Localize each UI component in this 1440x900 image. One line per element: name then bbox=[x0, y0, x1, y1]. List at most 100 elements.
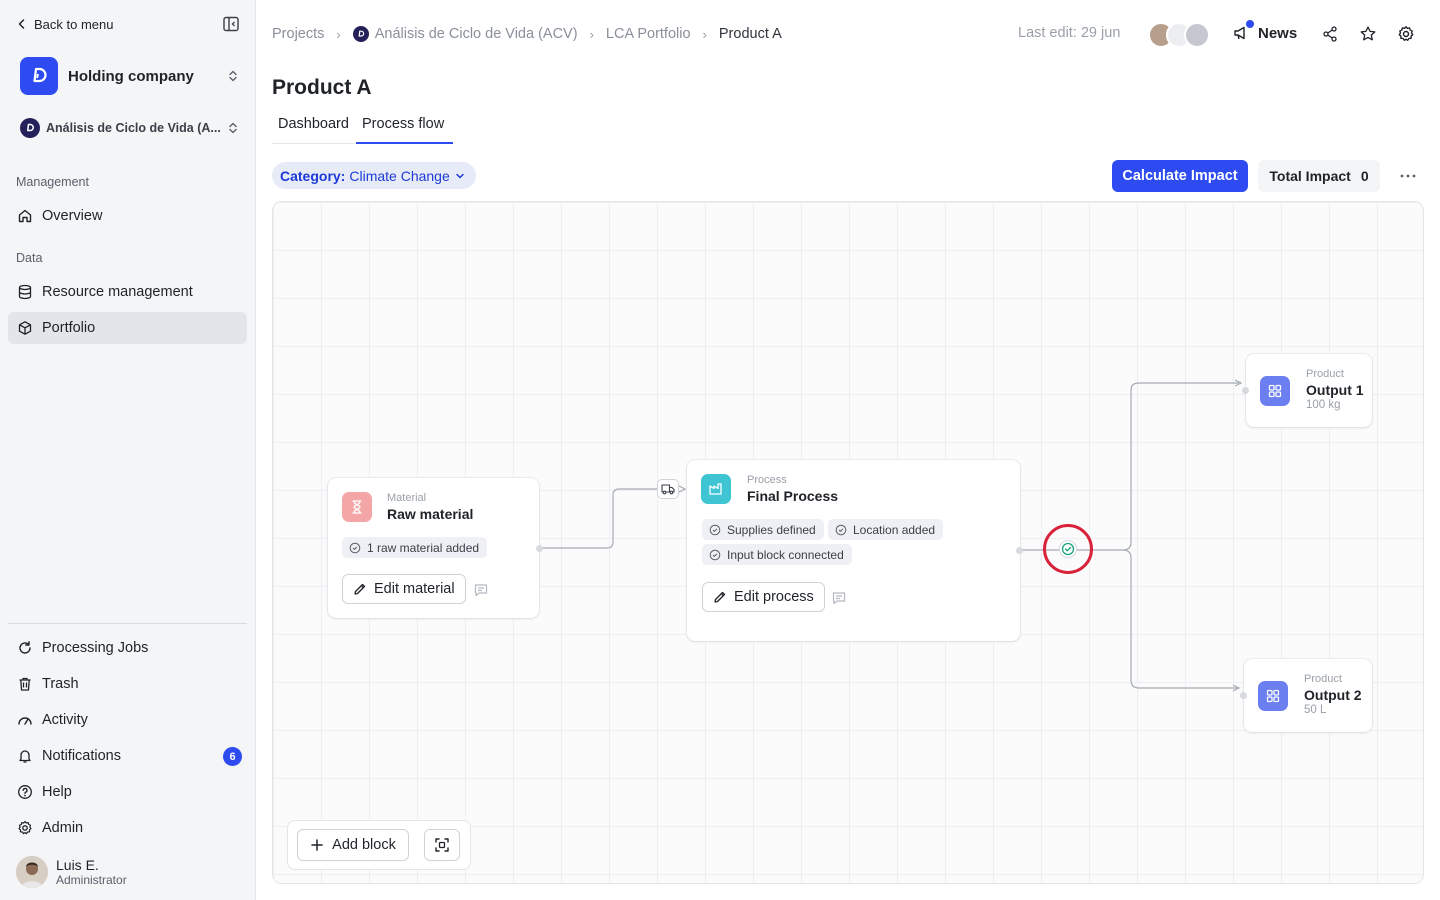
tabs: Dashboard Process flow bbox=[272, 116, 453, 144]
node-quantity: 100 kg bbox=[1306, 399, 1341, 411]
breadcrumb-portfolio[interactable]: LCA Portfolio bbox=[606, 26, 691, 42]
sidebar-item-processing-jobs[interactable]: Processing Jobs bbox=[8, 632, 247, 664]
star-icon[interactable] bbox=[1359, 25, 1377, 43]
node-quantity: 50 L bbox=[1304, 704, 1327, 716]
edit-material-label: Edit material bbox=[374, 581, 455, 597]
grid-icon bbox=[1260, 376, 1290, 406]
connection-handle[interactable] bbox=[1016, 547, 1023, 554]
node-name: Final Process bbox=[747, 488, 839, 504]
section-management-heading: Management bbox=[16, 175, 89, 189]
sidebar-item-resource-management[interactable]: Resource management bbox=[8, 276, 247, 308]
pencil-icon bbox=[353, 582, 367, 596]
share-icon[interactable] bbox=[1321, 25, 1339, 43]
project-switcher[interactable]: Análisis de Ciclo de Vida (A... bbox=[20, 117, 240, 139]
connection-handle[interactable] bbox=[536, 545, 543, 552]
connection-handle[interactable] bbox=[1240, 692, 1247, 699]
comment-icon[interactable] bbox=[831, 590, 847, 606]
factory-icon bbox=[701, 474, 731, 504]
output-connector[interactable] bbox=[1059, 540, 1077, 558]
node-type: Product bbox=[1306, 368, 1344, 380]
focus-frame-icon bbox=[434, 837, 450, 853]
transport-connector[interactable] bbox=[657, 479, 679, 499]
chevron-updown-icon bbox=[226, 121, 240, 135]
sidebar-item-label: Notifications bbox=[42, 748, 121, 764]
check-circle-icon bbox=[1061, 542, 1075, 556]
tab-process-flow[interactable]: Process flow bbox=[356, 116, 453, 144]
total-impact: Total Impact 0 bbox=[1258, 160, 1380, 192]
process-flow-canvas[interactable]: Material Raw material 1 raw material add… bbox=[272, 201, 1424, 884]
breadcrumb-projects[interactable]: Projects bbox=[272, 26, 324, 42]
news-button[interactable]: News bbox=[1232, 20, 1297, 42]
avatar bbox=[16, 856, 48, 888]
back-to-menu-link[interactable]: Back to menu bbox=[16, 14, 114, 34]
tab-dashboard[interactable]: Dashboard bbox=[278, 116, 349, 144]
sidebar-divider bbox=[8, 623, 247, 624]
status-chip: Location added bbox=[828, 519, 944, 540]
chevron-left-icon bbox=[16, 18, 28, 30]
grid-icon bbox=[1258, 681, 1288, 711]
edit-process-button[interactable]: Edit process bbox=[702, 582, 825, 612]
status-chip-label: Location added bbox=[853, 522, 936, 537]
bell-icon bbox=[16, 747, 34, 765]
node-name: Raw material bbox=[387, 506, 474, 522]
product-node-output-2[interactable]: Product Output 2 50 L bbox=[1244, 659, 1372, 732]
status-chip: 1 raw material added bbox=[342, 537, 488, 558]
database-icon bbox=[16, 283, 34, 301]
refresh-icon bbox=[16, 639, 34, 657]
news-unread-dot bbox=[1246, 20, 1254, 28]
pencil-icon bbox=[713, 590, 727, 604]
canvas-toolbar: Add block bbox=[287, 820, 471, 870]
organization-switcher[interactable]: Holding company bbox=[20, 56, 240, 96]
breadcrumb-current: Product A bbox=[718, 26, 782, 42]
sidebar-collapse-icon[interactable] bbox=[222, 15, 240, 33]
edge-to-output-1 bbox=[1122, 382, 1239, 551]
sidebar: Back to menu Holding company Análisis de… bbox=[0, 0, 256, 900]
calculate-impact-button[interactable]: Calculate Impact bbox=[1112, 160, 1248, 192]
page-title: Product A bbox=[272, 76, 372, 99]
sidebar-item-activity[interactable]: Activity bbox=[8, 704, 247, 736]
settings-gear-icon[interactable] bbox=[1397, 25, 1415, 43]
connection-handle[interactable] bbox=[1242, 387, 1249, 394]
add-block-button[interactable]: Add block bbox=[297, 829, 409, 861]
sidebar-item-trash[interactable]: Trash bbox=[8, 668, 247, 700]
process-node[interactable]: Process Final Process Supplies defined L… bbox=[687, 460, 1020, 641]
organization-logo bbox=[20, 57, 58, 95]
total-impact-value: 0 bbox=[1360, 168, 1369, 184]
user-profile[interactable]: Luis E. Administrator bbox=[16, 856, 127, 888]
breadcrumb: Projects › Análisis de Ciclo de Vida (AC… bbox=[272, 24, 782, 44]
node-name: Output 2 bbox=[1304, 687, 1362, 703]
notifications-count-badge: 6 bbox=[223, 747, 242, 766]
sidebar-item-admin[interactable]: Admin bbox=[8, 812, 247, 844]
sidebar-item-notifications[interactable]: Notifications 6 bbox=[8, 740, 247, 772]
sidebar-item-overview[interactable]: Overview bbox=[8, 200, 247, 232]
sidebar-item-label: Help bbox=[42, 784, 72, 800]
total-impact-label: Total Impact bbox=[1269, 168, 1351, 184]
sidebar-item-label: Processing Jobs bbox=[42, 640, 149, 656]
collaborator-avatars[interactable] bbox=[1148, 22, 1210, 48]
fit-view-button[interactable] bbox=[424, 829, 460, 861]
edit-material-button[interactable]: Edit material bbox=[342, 574, 466, 604]
status-chip: Input block connected bbox=[702, 544, 852, 565]
sidebar-item-label: Resource management bbox=[42, 284, 193, 300]
user-name: Luis E. bbox=[56, 857, 99, 873]
gear-icon bbox=[16, 819, 34, 837]
chevron-right-icon: › bbox=[589, 26, 594, 42]
check-circle-icon bbox=[835, 524, 847, 536]
category-value: Climate Change bbox=[349, 167, 450, 184]
product-node-output-1[interactable]: Product Output 1 100 kg bbox=[1246, 354, 1372, 427]
user-role: Administrator bbox=[56, 873, 127, 887]
material-node[interactable]: Material Raw material 1 raw material add… bbox=[328, 478, 539, 618]
category-selector[interactable]: Category: Climate Change bbox=[272, 162, 476, 189]
comment-icon[interactable] bbox=[473, 582, 489, 598]
check-circle-icon bbox=[709, 549, 721, 561]
trash-icon bbox=[16, 675, 34, 693]
sidebar-item-portfolio[interactable]: Portfolio bbox=[8, 312, 247, 344]
sidebar-item-label: Activity bbox=[42, 712, 88, 728]
more-options-icon[interactable] bbox=[1396, 166, 1420, 186]
last-edit-text: Last edit: 29 jun bbox=[1018, 25, 1121, 41]
node-name: Output 1 bbox=[1306, 382, 1364, 398]
breadcrumb-project[interactable]: Análisis de Ciclo de Vida (ACV) bbox=[375, 26, 578, 42]
sidebar-item-help[interactable]: Help bbox=[8, 776, 247, 808]
edge-to-output-2 bbox=[1122, 549, 1237, 689]
node-type: Process bbox=[747, 474, 787, 486]
